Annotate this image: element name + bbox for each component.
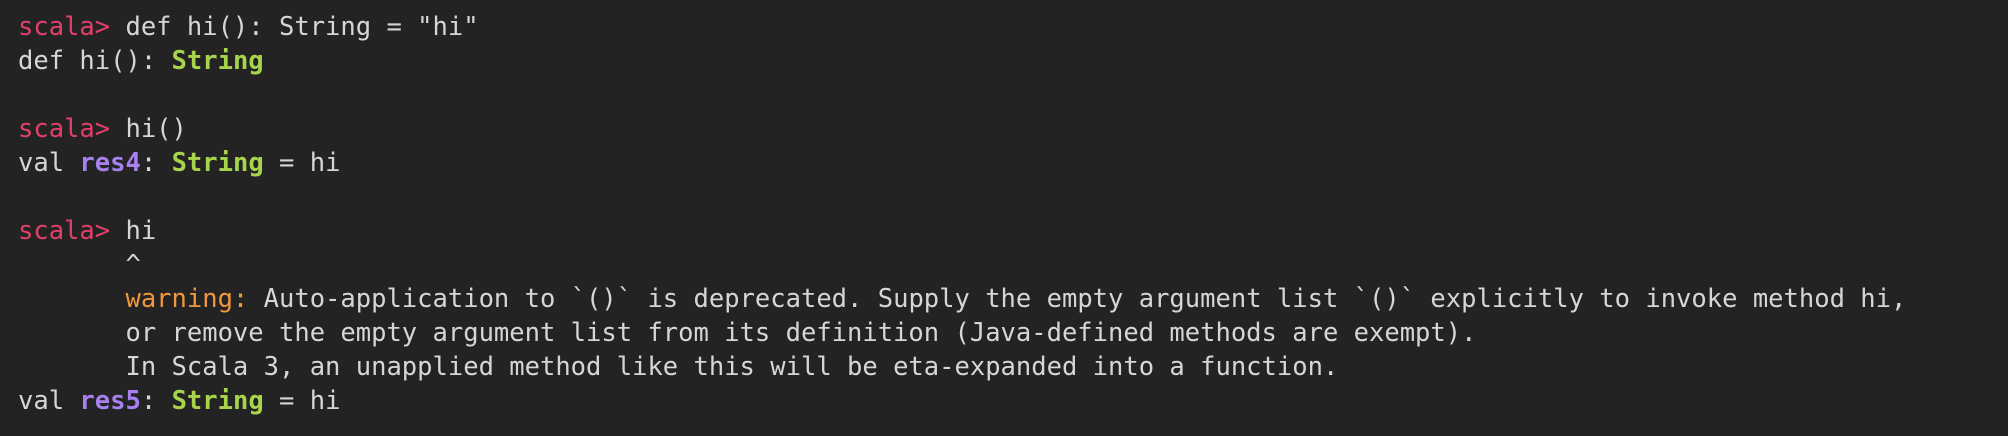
- output-text: :: [140, 386, 172, 416]
- warning-label: warning:: [125, 284, 249, 314]
- repl-prompt: scala>: [18, 216, 126, 246]
- result-name: res4: [79, 148, 141, 178]
- command-text: hi: [125, 216, 157, 246]
- terminal-line-9: warning: Auto-application to `()` is dep…: [18, 282, 2008, 316]
- type-name: String: [171, 386, 264, 416]
- terminal-line-2: def hi(): String: [18, 44, 2008, 78]
- terminal-line-1: scala> def hi(): String = "hi": [18, 10, 2008, 44]
- command-text: hi(): [125, 114, 187, 144]
- result-name: res5: [79, 386, 141, 416]
- repl-prompt: scala>: [18, 12, 126, 42]
- terminal-line-11: In Scala 3, an unapplied method like thi…: [18, 350, 2008, 384]
- terminal-line-8: ^: [18, 248, 2008, 282]
- output-text: = hi: [263, 148, 341, 178]
- output-text: = hi: [263, 386, 341, 416]
- terminal-line-12: val res5: String = hi: [18, 384, 2008, 418]
- output-text: def hi():: [18, 46, 172, 76]
- caret-marker: ^: [18, 250, 141, 280]
- command-text: def hi(): String = "hi": [125, 12, 479, 42]
- output-keyword: val: [18, 148, 80, 178]
- warning-text: In Scala 3, an unapplied method like thi…: [18, 352, 1339, 382]
- terminal-line-4: scala> hi(): [18, 112, 2008, 146]
- output-text: :: [140, 148, 172, 178]
- type-name: String: [171, 46, 264, 76]
- repl-prompt: scala>: [18, 114, 126, 144]
- terminal-line-7: scala> hi: [18, 214, 2008, 248]
- output-keyword: val: [18, 386, 80, 416]
- type-name: String: [171, 148, 264, 178]
- terminal-window[interactable]: scala> def hi(): String = "hi" def hi():…: [0, 0, 2008, 436]
- warning-text: or remove the empty argument list from i…: [18, 318, 1477, 348]
- warning-text: Auto-application to `()` is deprecated. …: [248, 284, 1907, 314]
- terminal-line-10: or remove the empty argument list from i…: [18, 316, 2008, 350]
- terminal-line-5: val res4: String = hi: [18, 146, 2008, 180]
